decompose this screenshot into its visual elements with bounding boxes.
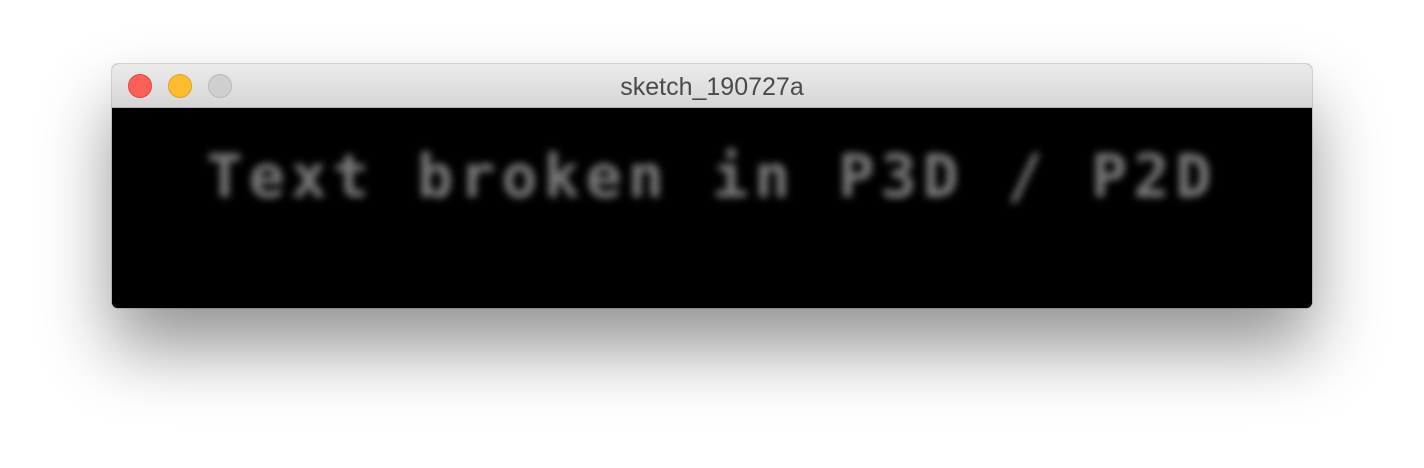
- rendered-text: Text broken in P3D / P2D: [206, 142, 1218, 212]
- close-button[interactable]: [128, 74, 152, 98]
- window-title: sketch_190727a: [620, 73, 804, 101]
- minimize-button[interactable]: [168, 74, 192, 98]
- title-bar[interactable]: sketch_190727a: [112, 64, 1312, 108]
- desktop: sketch_190727a Text broken in P3D / P2D: [0, 0, 1424, 468]
- sketch-canvas[interactable]: Text broken in P3D / P2D: [112, 108, 1312, 308]
- zoom-button[interactable]: [208, 74, 232, 98]
- sketch-window: sketch_190727a Text broken in P3D / P2D: [112, 64, 1312, 308]
